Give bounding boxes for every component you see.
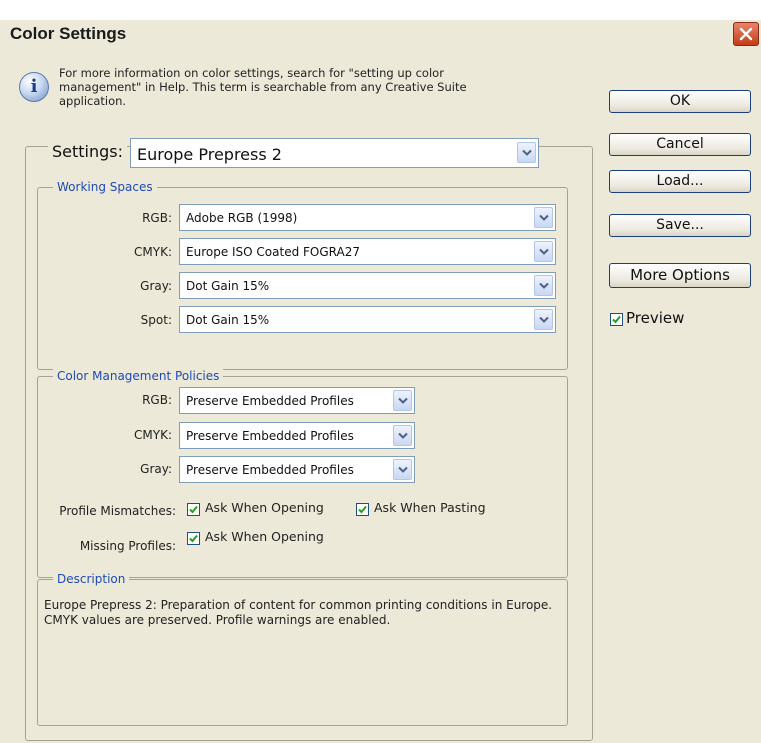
preview-label[interactable]: Preview [626,309,684,327]
description-legend: Description [53,572,130,586]
chevron-down-icon[interactable] [534,241,553,262]
missing-profiles-label: Missing Profiles: [79,539,176,553]
dialog-title: Color Settings [10,24,127,43]
ask-when-opening-missing-checkbox[interactable] [187,532,200,545]
ws-gray-value: Dot Gain 15% [186,279,270,293]
ws-cmyk-label: CMYK: [134,245,172,259]
policy-cmyk-dropdown[interactable]: Preserve Embedded Profiles [179,422,415,449]
ws-cmyk-dropdown[interactable]: Europe ISO Coated FOGRA27 [179,238,556,265]
settings-label: Settings: [48,142,128,161]
ws-gray-label: Gray: [140,279,172,293]
info-text: For more information on color settings, … [59,66,467,108]
title-bar: Color Settings [0,20,761,48]
ws-rgb-label: RGB: [142,211,172,225]
description-text: Europe Prepress 2: Preparation of conten… [44,598,553,627]
ws-spot-value: Dot Gain 15% [186,313,270,327]
color-settings-dialog: Color Settings i For more information on… [0,20,761,743]
checkmark-icon [612,315,621,324]
checkmark-icon [189,534,198,543]
chevron-down-icon[interactable] [534,207,553,228]
load-button[interactable]: Load... [609,170,751,193]
settings-value: Europe Prepress 2 [137,145,282,164]
ok-button[interactable]: OK [609,90,751,113]
policies-legend: Color Management Policies [53,369,224,383]
ask-when-pasting-checkbox[interactable] [356,503,369,516]
policy-rgb-value: Preserve Embedded Profiles [186,394,354,408]
working-spaces-legend: Working Spaces [53,180,157,194]
policy-rgb-label: RGB: [142,393,172,407]
checkmark-icon [358,505,367,514]
close-icon [739,27,753,41]
ws-spot-label: Spot: [140,313,172,327]
profile-mismatches-label: Profile Mismatches: [59,504,176,518]
ask-when-opening-mismatch-checkbox[interactable] [187,503,200,516]
ask-when-opening-mismatch-label[interactable]: Ask When Opening [205,500,324,515]
chevron-down-icon[interactable] [393,390,412,411]
settings-dropdown[interactable]: Europe Prepress 2 [130,138,539,168]
policy-cmyk-value: Preserve Embedded Profiles [186,429,354,443]
ws-rgb-value: Adobe RGB (1998) [186,211,298,225]
ask-when-pasting-label[interactable]: Ask When Pasting [374,500,486,515]
more-options-button[interactable]: More Options [609,263,751,288]
chevron-down-icon[interactable] [393,425,412,446]
ws-cmyk-value: Europe ISO Coated FOGRA27 [186,245,360,259]
policy-gray-label: Gray: [140,462,172,476]
policy-cmyk-label: CMYK: [134,428,172,442]
cancel-button[interactable]: Cancel [609,133,751,156]
checkmark-icon [189,505,198,514]
info-icon: i [19,72,49,102]
save-button[interactable]: Save... [609,214,751,237]
close-button[interactable] [733,22,759,46]
policy-rgb-dropdown[interactable]: Preserve Embedded Profiles [179,387,415,414]
preview-checkbox[interactable] [610,313,623,326]
ws-rgb-dropdown[interactable]: Adobe RGB (1998) [179,204,556,231]
chevron-down-icon[interactable] [393,459,412,480]
chevron-down-icon[interactable] [534,275,553,296]
policy-gray-dropdown[interactable]: Preserve Embedded Profiles [179,456,415,483]
ws-spot-dropdown[interactable]: Dot Gain 15% [179,306,556,333]
chevron-down-icon[interactable] [534,309,553,330]
policy-gray-value: Preserve Embedded Profiles [186,463,354,477]
ws-gray-dropdown[interactable]: Dot Gain 15% [179,272,556,299]
chevron-down-icon[interactable] [517,142,536,163]
ask-when-opening-missing-label[interactable]: Ask When Opening [205,529,324,544]
